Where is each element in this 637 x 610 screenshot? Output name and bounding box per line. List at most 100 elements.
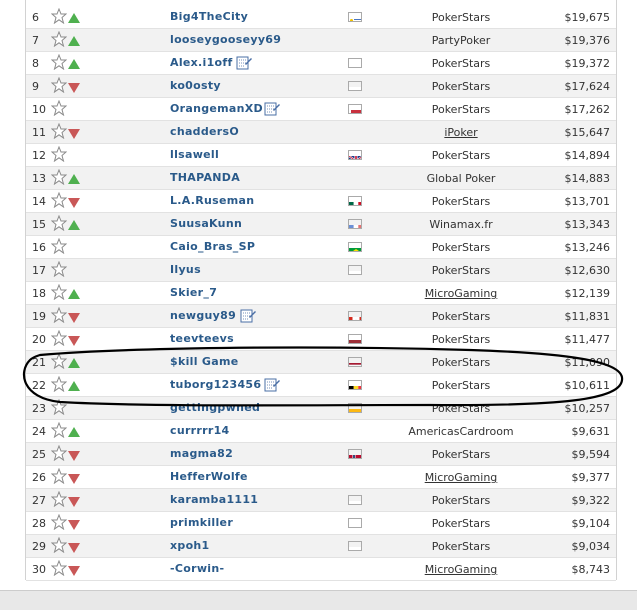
favorite-star-icon[interactable] (51, 284, 67, 300)
russia-flag-icon (348, 58, 362, 68)
favorite-star-icon[interactable] (51, 31, 67, 47)
trend-up-icon (68, 289, 80, 299)
player-name-link[interactable]: primkiller (170, 516, 233, 529)
player-name-link[interactable]: chaddersO (170, 125, 239, 138)
player-name-link[interactable]: Ilyus (170, 263, 201, 276)
player-name-link[interactable]: xpoh1 (170, 539, 210, 552)
winnings-amount: $12,630 (565, 264, 611, 277)
poker-site[interactable]: iPoker (406, 126, 516, 139)
player-name-link[interactable]: Caio_Bras_SP (170, 240, 255, 253)
favorite-star-icon[interactable] (51, 238, 67, 254)
player-name-link[interactable]: THAPANDA (170, 171, 240, 184)
table-row: 23gettingpwnedPokerStars$10,257 (26, 397, 616, 420)
trend-up-icon (68, 381, 80, 391)
table-row: 17IlyusPokerStars$12,630 (26, 259, 616, 282)
favorite-star-icon[interactable] (51, 445, 67, 461)
favorite-star-icon[interactable] (51, 491, 67, 507)
player-name-link[interactable]: looseygooseyy69 (170, 33, 281, 46)
poker-site: PokerStars (406, 80, 516, 93)
poker-site[interactable]: MicroGaming (406, 563, 516, 576)
player-name-link[interactable]: -Corwin- (170, 562, 224, 575)
favorite-star-icon[interactable] (51, 77, 67, 93)
player-name-link[interactable]: $kill Game (170, 355, 238, 368)
winnings-amount: $17,624 (565, 80, 611, 93)
canada-flag-icon (348, 311, 362, 321)
table-row: 25magma82PokerStars$9,594 (26, 443, 616, 466)
table-row: 27karamba1111PokerStars$9,322 (26, 489, 616, 512)
rank-number: 24 (32, 425, 46, 438)
poker-site[interactable]: MicroGaming (406, 287, 516, 300)
favorite-star-icon[interactable] (51, 376, 67, 392)
poker-site: PokerStars (406, 264, 516, 277)
notes-edit-icon[interactable] (264, 377, 280, 392)
poker-site[interactable]: MicroGaming (406, 471, 516, 484)
player-name-link[interactable]: tuborg123456 (170, 378, 261, 391)
table-row: 10OrangemanXDPokerStars$17,262 (26, 98, 616, 121)
poker-site: PokerStars (406, 333, 516, 346)
table-row: 24currrrr14AmericasCardroom$9,631 (26, 420, 616, 443)
winnings-amount: $12,139 (565, 287, 611, 300)
player-name-link[interactable]: OrangemanXD (170, 102, 263, 115)
winnings-amount: $15,647 (565, 126, 611, 139)
poker-site: PokerStars (406, 379, 516, 392)
table-row: 29xpoh1PokerStars$9,034 (26, 535, 616, 558)
rank-number: 6 (32, 11, 39, 24)
player-name-link[interactable]: Skier_7 (170, 286, 217, 299)
player-name-link[interactable]: Big4TheCity (170, 10, 248, 23)
trend-up-icon (68, 220, 80, 230)
favorite-star-icon[interactable] (51, 514, 67, 530)
poker-site: PokerStars (406, 103, 516, 116)
winnings-amount: $8,743 (572, 563, 611, 576)
winnings-amount: $13,343 (565, 218, 611, 231)
favorite-star-icon[interactable] (51, 353, 67, 369)
favorite-star-icon[interactable] (51, 307, 67, 323)
trend-up-icon (68, 358, 80, 368)
notes-edit-icon[interactable] (236, 55, 252, 70)
russia-flag-icon (348, 541, 362, 551)
favorite-star-icon[interactable] (51, 146, 67, 162)
poker-site: PokerStars (406, 494, 516, 507)
player-name-link[interactable]: gettingpwned (170, 401, 260, 414)
favorite-star-icon[interactable] (51, 330, 67, 346)
poker-site: PokerStars (406, 241, 516, 254)
table-row: 7looseygooseyy69PartyPoker$19,376 (26, 29, 616, 52)
rank-number: 13 (32, 172, 46, 185)
poker-site: Global Poker (406, 172, 516, 185)
favorite-star-icon[interactable] (51, 100, 67, 116)
favorite-star-icon[interactable] (51, 123, 67, 139)
favorite-star-icon[interactable] (51, 169, 67, 185)
favorite-star-icon[interactable] (51, 192, 67, 208)
favorite-star-icon[interactable] (51, 215, 67, 231)
notes-edit-icon[interactable] (240, 308, 256, 323)
player-name-link[interactable]: teevteevs (170, 332, 234, 345)
favorite-star-icon[interactable] (51, 560, 67, 576)
player-name-link[interactable]: L.A.Ruseman (170, 194, 254, 207)
trend-down-icon (68, 451, 80, 461)
winnings-amount: $19,372 (565, 57, 611, 70)
player-name-link[interactable]: ko0osty (170, 79, 221, 92)
favorite-star-icon[interactable] (51, 422, 67, 438)
favorite-star-icon[interactable] (51, 261, 67, 277)
player-name-link[interactable]: Alex.i1off (170, 56, 233, 69)
player-name-link[interactable]: magma82 (170, 447, 233, 460)
favorite-star-icon[interactable] (51, 537, 67, 553)
russia-flag-icon (348, 518, 362, 528)
poker-site: PokerStars (406, 448, 516, 461)
rank-number: 18 (32, 287, 46, 300)
bottom-scrollbar[interactable] (0, 590, 637, 610)
player-name-link[interactable]: karamba1111 (170, 493, 258, 506)
player-name-link[interactable]: newguy89 (170, 309, 236, 322)
favorite-star-icon[interactable] (51, 468, 67, 484)
favorite-star-icon[interactable] (51, 8, 67, 24)
player-name-link[interactable]: SuusaKunn (170, 217, 242, 230)
table-row: 19newguy89PokerStars$11,831 (26, 305, 616, 328)
winnings-amount: $9,594 (572, 448, 611, 461)
player-name-link[interactable]: llsawell (170, 148, 219, 161)
rank-number: 26 (32, 471, 46, 484)
favorite-star-icon[interactable] (51, 54, 67, 70)
favorite-star-icon[interactable] (51, 399, 67, 415)
player-name-link[interactable]: currrrr14 (170, 424, 229, 437)
notes-edit-icon[interactable] (264, 101, 280, 116)
rank-number: 27 (32, 494, 46, 507)
player-name-link[interactable]: HefferWolfe (170, 470, 248, 483)
